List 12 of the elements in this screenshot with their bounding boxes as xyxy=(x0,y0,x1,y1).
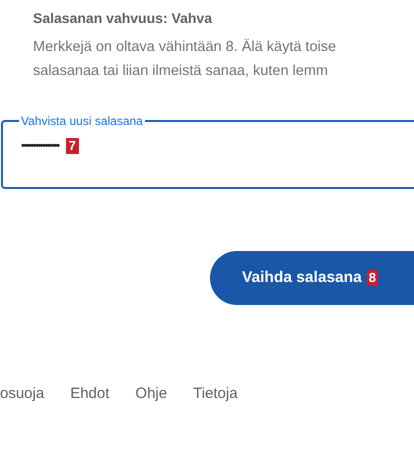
password-value: •••••••••••••••• xyxy=(21,139,59,154)
password-hint: Merkkejä on oltava vähintään 8. Älä käytä toise salasanaa tai liian ilmeistä sanaa, kuten lemm xyxy=(33,38,338,81)
footer-link[interactable]: osuoja xyxy=(0,383,44,406)
footer-link[interactable]: Ehdot xyxy=(70,383,110,406)
field-label: Vahvista uusi salasana xyxy=(20,115,144,127)
change-password-button[interactable]: Vaihda salasana 8 xyxy=(210,251,414,305)
number-badge: 8 xyxy=(366,270,378,286)
confirm-password-field[interactable]: Vahvista uusi salasana •••••••••••••••• 7 xyxy=(1,115,414,189)
strength-title: Salasanan vahvuus: Vahva xyxy=(33,9,214,27)
footer-link[interactable]: Ohje xyxy=(135,383,168,406)
number-badge: 7 xyxy=(66,138,79,154)
footer-link[interactable]: Tietoja xyxy=(193,383,238,406)
